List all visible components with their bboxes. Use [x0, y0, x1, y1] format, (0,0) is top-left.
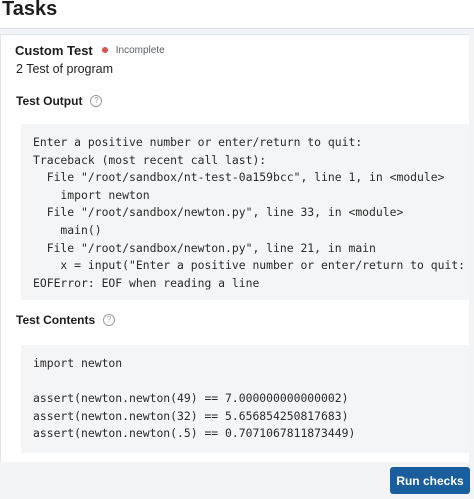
- code-line: import newton: [33, 356, 123, 370]
- code-line: Enter a positive number or enter/return …: [33, 135, 363, 149]
- help-icon[interactable]: ?: [90, 95, 103, 107]
- test-contents-title: Test Contents: [16, 313, 96, 327]
- test-output-title: Test Output: [16, 94, 83, 108]
- code-line: main(): [33, 222, 102, 237]
- test-header: Custom Test Incomplete: [15, 41, 165, 59]
- code-line: Traceback (most recent call last):: [33, 152, 267, 167]
- test-contents-heading: Test Contents ?: [16, 313, 116, 327]
- run-checks-button[interactable]: Run checks: [390, 467, 470, 494]
- test-output-heading: Test Output ?: [16, 94, 103, 108]
- code-line: File "/root/sandbox/newton.py", line 21,…: [33, 240, 376, 255]
- code-line: import newton: [33, 187, 150, 202]
- code-line: x = input("Enter a positive number or en…: [33, 258, 469, 273]
- code-line: File "/root/sandbox/nt-test-0a159bcc", l…: [33, 170, 445, 185]
- page-header: Tasks: [0, 0, 474, 29]
- test-description: 2 Test of program: [16, 62, 114, 76]
- code-line: assert(newton.newton(49) == 7.0000000000…: [33, 391, 349, 406]
- help-icon[interactable]: ?: [103, 314, 116, 326]
- code-line: File "/root/sandbox/newton.py", line 33,…: [33, 205, 404, 220]
- code-line: assert(newton.newton(32) == 5.6568542508…: [33, 408, 349, 423]
- test-card: Custom Test Incomplete 2 Test of program…: [0, 34, 469, 464]
- footer-bar: Run checks: [0, 462, 474, 499]
- status-dot-icon: [101, 47, 108, 53]
- page-title: Tasks: [2, 0, 58, 20]
- test-contents-code: import newton assert(newton.newton(49) =…: [21, 345, 469, 443]
- test-name: Custom Test: [15, 42, 93, 58]
- test-output-code: Enter a positive number or enter/return …: [21, 124, 469, 292]
- code-line: assert(newton.newton(.5) == 0.7071067811…: [33, 426, 356, 441]
- test-output-block: Enter a positive number or enter/return …: [21, 124, 469, 300]
- code-line: EOFError: EOF when reading a line: [33, 275, 260, 290]
- status-badge: Incomplete: [115, 44, 165, 56]
- test-contents-block: import newton assert(newton.newton(49) =…: [21, 345, 469, 453]
- tasks-page: Tasks Custom Test Incomplete 2 Test of p…: [0, 0, 474, 499]
